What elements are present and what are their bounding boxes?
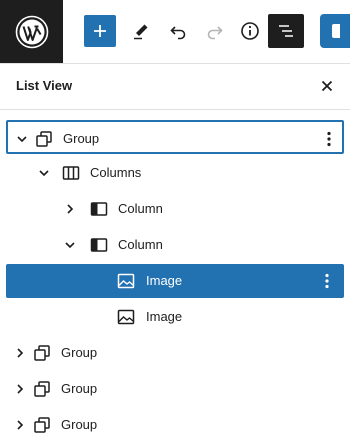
- more-options-icon[interactable]: [321, 130, 337, 148]
- tree-row-group[interactable]: Group: [6, 372, 344, 406]
- chevron-down-icon[interactable]: [62, 237, 78, 253]
- group-icon: [34, 381, 50, 397]
- close-icon: [321, 80, 333, 92]
- group-icon: [34, 417, 50, 433]
- chevron-right-icon[interactable]: [12, 381, 28, 397]
- tree-row-label: Image: [146, 309, 183, 324]
- chevron-down-icon[interactable]: [14, 131, 30, 147]
- tools-button[interactable]: [125, 15, 157, 47]
- tree-row-group[interactable]: Group: [6, 120, 344, 154]
- chevron-right-icon[interactable]: [62, 201, 78, 217]
- wordpress-logo-button[interactable]: [0, 0, 63, 63]
- settings-button[interactable]: [320, 14, 350, 48]
- tree-row-image[interactable]: Image: [6, 264, 344, 298]
- tree-row-label: Group: [61, 345, 98, 360]
- undo-icon: [170, 26, 186, 40]
- column-icon: [90, 202, 108, 216]
- columns-icon: [62, 166, 80, 180]
- tree-row-group[interactable]: Group: [6, 408, 344, 442]
- wordpress-icon: [15, 15, 48, 48]
- settings-icon: [332, 24, 346, 38]
- group-icon: [36, 131, 52, 147]
- editor-toolbar: [0, 0, 350, 64]
- tree-row-group[interactable]: Group: [6, 336, 344, 370]
- plus-icon: [94, 25, 106, 37]
- list-view-toggle-button[interactable]: [268, 14, 304, 48]
- tree-row-label: Group: [61, 381, 98, 396]
- panel-title: List View: [16, 78, 73, 93]
- details-button[interactable]: [234, 15, 266, 47]
- tree-row-column[interactable]: Column: [6, 192, 344, 226]
- image-icon: [117, 273, 135, 289]
- tree-row-image[interactable]: Image: [6, 300, 344, 334]
- list-view-header: List View: [0, 63, 350, 110]
- add-block-button[interactable]: [84, 15, 116, 47]
- column-icon: [90, 238, 108, 252]
- tree-row-label: Group: [61, 417, 98, 432]
- pen-icon: [134, 24, 148, 40]
- tree-row-label: Column: [118, 237, 163, 252]
- tree-row-label: Column: [118, 201, 163, 216]
- list-view-icon: [279, 25, 293, 37]
- tree-row-columns[interactable]: Columns: [6, 156, 344, 190]
- chevron-down-icon[interactable]: [36, 165, 52, 181]
- more-options-icon[interactable]: [319, 272, 335, 290]
- tree-row-label: Columns: [90, 165, 142, 180]
- close-list-view-button[interactable]: [316, 75, 338, 97]
- image-icon: [117, 309, 135, 325]
- tree-row-label: Image: [146, 273, 183, 288]
- group-icon: [34, 345, 50, 361]
- tree-row-label: Group: [63, 131, 100, 146]
- chevron-right-icon[interactable]: [12, 417, 28, 433]
- redo-icon: [207, 26, 223, 40]
- info-icon: [241, 22, 259, 40]
- tree-row-column[interactable]: Column: [6, 228, 344, 262]
- undo-button[interactable]: [162, 15, 194, 47]
- redo-button[interactable]: [199, 15, 231, 47]
- chevron-right-icon[interactable]: [12, 345, 28, 361]
